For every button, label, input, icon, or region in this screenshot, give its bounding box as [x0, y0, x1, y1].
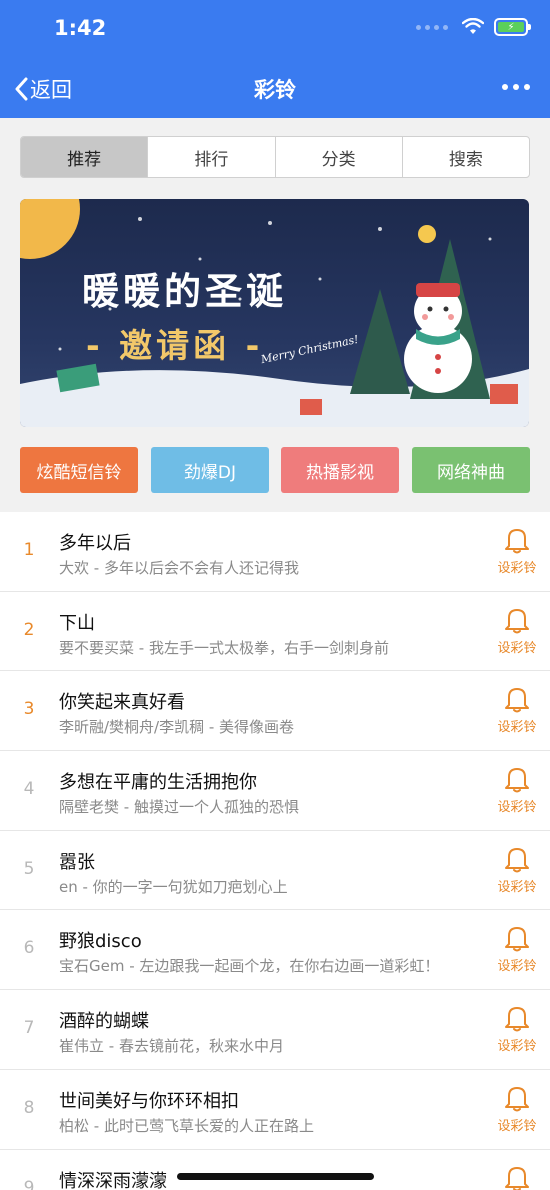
rank-number: 6	[23, 938, 35, 959]
song-title: 情深深雨濛濛	[59, 1170, 167, 1190]
song-description: 要不要买菜 - 我左手一式太极拳，右手一剑刺身前	[59, 638, 389, 657]
song-description: en - 你的一字一句犹如刀疤划心上	[59, 877, 288, 896]
rank-number: 3	[23, 699, 35, 720]
bell-icon	[505, 527, 529, 554]
song-row[interactable]: 9 情深深雨濛濛 设彩铃	[0, 1149, 550, 1190]
song-title: 你笑起来真好看	[59, 692, 185, 714]
category-button-viral[interactable]: 网络神曲	[412, 447, 530, 493]
song-description: 李昕融/樊桐舟/李凯稠 - 美得像画卷	[59, 718, 295, 737]
more-icon[interactable]	[502, 84, 530, 90]
song-title: 嚣张	[59, 851, 95, 873]
song-row[interactable]: 3 你笑起来真好看李昕融/樊桐舟/李凯稠 - 美得像画卷 设彩铃	[0, 671, 550, 752]
song-title: 世间美好与你环环相扣	[59, 1090, 239, 1112]
category-button-dj[interactable]: 劲爆DJ	[151, 447, 269, 493]
rank-number: 2	[23, 619, 35, 640]
top-section: 推荐 排行 分类 搜索 暖暖的圣诞 - 邀请函 - Merry Christma…	[0, 118, 550, 512]
home-indicator	[177, 1173, 374, 1180]
banner-title: 暖暖的圣诞	[82, 270, 287, 313]
set-ringtone-button[interactable]: 设彩铃	[494, 685, 540, 735]
app-header: 1:42 ⚡ 返回 彩铃	[0, 0, 550, 118]
set-ringtone-label: 设彩铃	[497, 1039, 537, 1055]
chevron-left-icon	[15, 77, 28, 101]
bell-icon	[505, 925, 529, 952]
category-button-tv[interactable]: 热播影视	[281, 447, 399, 493]
song-title: 野狼disco	[59, 931, 142, 953]
song-row[interactable]: 5 嚣张 en - 你的一字一句犹如刀疤划心上 设彩铃	[0, 830, 550, 911]
bell-icon	[505, 606, 529, 634]
set-ringtone-label: 设彩铃	[497, 1118, 537, 1134]
song-description: 柏松 - 此时已莺飞草长爱的人正在路上	[59, 1116, 314, 1135]
song-row[interactable]: 8 世间美好与你环环相扣柏松 - 此时已莺飞草长爱的人正在路上 设彩铃	[0, 1069, 550, 1150]
song-title: 下山	[59, 612, 95, 634]
rank-number: 8	[23, 1097, 35, 1118]
set-ringtone-button[interactable]: 设彩铃	[494, 845, 540, 895]
rank-number: 1	[23, 540, 35, 560]
set-ringtone-label: 设彩铃	[497, 879, 537, 895]
page-title: 彩铃	[254, 78, 296, 102]
song-title: 酒醉的蝴蝶	[59, 1011, 149, 1033]
set-ringtone-button[interactable]: 设彩铃	[494, 1004, 540, 1054]
set-ringtone-label: 设彩铃	[497, 800, 537, 816]
rank-number: 5	[23, 858, 35, 879]
tab-category[interactable]: 分类	[274, 137, 402, 177]
set-ringtone-button[interactable]: 设彩铃	[494, 924, 540, 974]
set-ringtone-button[interactable]: 设彩铃	[494, 606, 540, 656]
tab-search[interactable]: 搜索	[401, 137, 529, 177]
battery-icon: ⚡	[494, 18, 531, 36]
set-ringtone-label: 设彩铃	[497, 959, 537, 975]
category-button-sms[interactable]: 炫酷短信铃	[20, 447, 138, 493]
song-title: 多想在平庸的生活拥抱你	[59, 772, 257, 794]
bell-icon	[505, 766, 529, 793]
song-row[interactable]: 1 多年以后大欢 - 多年以后会不会有人还记得我 设彩铃	[0, 512, 550, 592]
bell-icon	[505, 1084, 529, 1112]
song-row[interactable]: 2 下山要不要买菜 - 我左手一式太极拳，右手一剑刺身前 设彩铃	[0, 591, 550, 672]
segmented-tabs: 推荐 排行 分类 搜索	[20, 136, 530, 178]
song-list: 1 多年以后 大欢 - 多年以后会不会有人还记得我 设彩铃 2 下山 要不要买菜 - 我左手…	[0, 512, 550, 1190]
rank-number: 9	[23, 1177, 35, 1190]
set-ringtone-label: 设彩铃	[497, 561, 537, 576]
set-ringtone-button[interactable]: 设彩铃	[494, 1164, 540, 1190]
song-row[interactable]: 6 野狼disco 宝石Gem - 左边跟我一起画个龙，在你右边画一道彩虹！ 设彩铃	[0, 910, 550, 991]
tab-recommend[interactable]: 推荐	[21, 137, 148, 177]
set-ringtone-label: 设彩铃	[497, 640, 537, 656]
signal-icon	[416, 24, 448, 30]
christmas-banner[interactable]: 暖暖的圣诞 - 邀请函 - Merry Christmas!	[20, 199, 529, 427]
set-ringtone-label: 设彩铃	[497, 720, 537, 736]
song-description: 崔伟立 - 春去镜前花，秋来水中月	[59, 1037, 284, 1056]
tab-ranking[interactable]: 排行	[147, 137, 274, 177]
song-description: 大欢 - 多年以后会不会有人还记得我	[59, 559, 299, 577]
status-icons: ⚡	[416, 18, 531, 36]
song-description: 隔壁老樊 - 触摸过一个人孤独的恐惧	[59, 798, 299, 817]
bell-icon	[505, 1005, 529, 1032]
song-row[interactable]: 4 多想在平庸的生活拥抱你隔壁老樊 - 触摸过一个人孤独的恐惧 设彩铃	[0, 751, 550, 831]
back-label: 返回	[30, 78, 72, 102]
rank-number: 4	[23, 779, 35, 800]
banner-subtitle: - 邀请函 -	[86, 326, 264, 365]
song-title: 多年以后	[59, 533, 131, 554]
bell-icon	[505, 1164, 529, 1190]
song-description: 宝石Gem - 左边跟我一起画个龙，在你右边画一道彩虹！	[59, 957, 440, 976]
back-button[interactable]: 返回	[14, 74, 72, 104]
rank-number: 7	[23, 1018, 35, 1039]
wifi-icon	[462, 18, 484, 34]
bell-icon	[505, 686, 529, 713]
set-ringtone-button[interactable]: 设彩铃	[494, 526, 540, 576]
bell-icon	[505, 845, 529, 873]
set-ringtone-button[interactable]: 设彩铃	[494, 765, 540, 815]
set-ringtone-button[interactable]: 设彩铃	[494, 1084, 540, 1134]
status-time: 1:42	[54, 16, 107, 40]
song-row[interactable]: 7 酒醉的蝴蝶崔伟立 - 春去镜前花，秋来水中月 设彩铃	[0, 990, 550, 1070]
